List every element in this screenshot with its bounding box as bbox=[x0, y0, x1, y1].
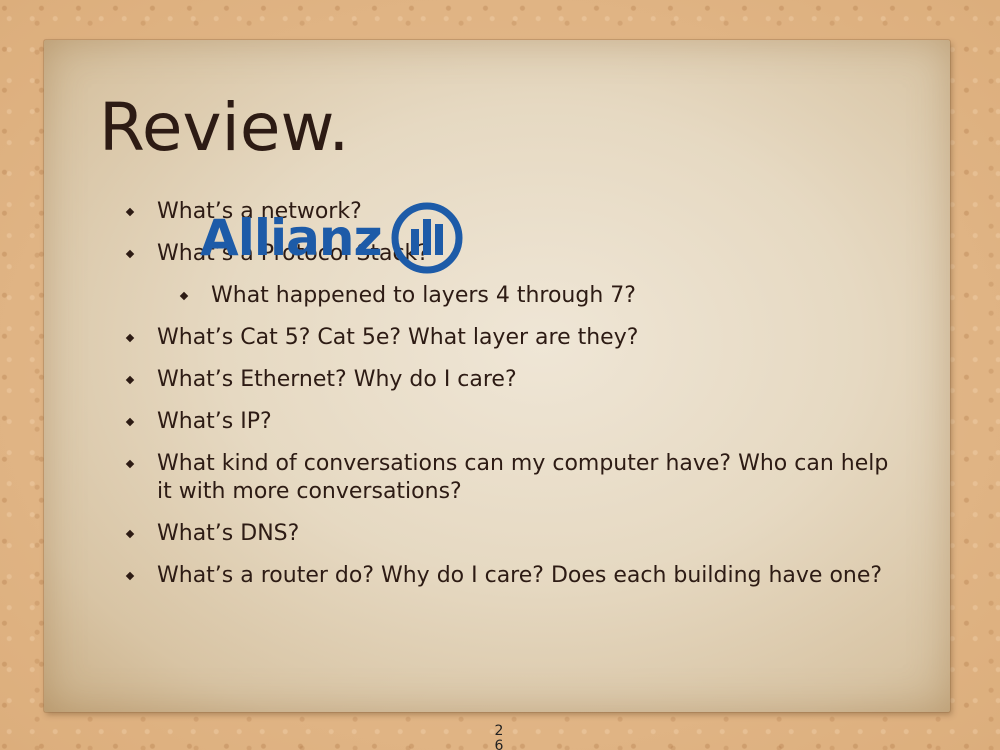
allianz-logo: Allianz bbox=[200, 198, 464, 278]
bullet-icon bbox=[125, 249, 135, 259]
bullet-item: What’s a router do? Why do I care? Does … bbox=[122, 562, 902, 590]
bullet-icon bbox=[125, 375, 135, 385]
bullet-item: What’s Cat 5? Cat 5e? What layer are the… bbox=[122, 324, 902, 352]
allianz-eagle-bars-icon bbox=[391, 202, 463, 274]
bullet-item: What’s Ethernet? Why do I care? bbox=[122, 366, 902, 394]
bullet-text: What’s a router do? Why do I care? Does … bbox=[157, 563, 883, 588]
bullet-item: What’s IP? bbox=[122, 408, 902, 436]
logo-text: Allianz bbox=[200, 209, 383, 267]
bullet-icon bbox=[125, 417, 135, 427]
bullet-text: What’s DNS? bbox=[157, 521, 300, 546]
bullet-icon bbox=[125, 529, 135, 539]
bullet-text: What’s Ethernet? Why do I care? bbox=[157, 367, 517, 392]
bullet-icon bbox=[125, 459, 135, 469]
bullet-text: What happened to layers 4 through 7? bbox=[211, 283, 636, 308]
bullet-text: What’s IP? bbox=[157, 409, 272, 434]
slide-title: Review. bbox=[99, 89, 350, 166]
bullet-icon bbox=[125, 207, 135, 217]
bullet-icon bbox=[179, 291, 189, 301]
bullet-icon bbox=[125, 333, 135, 343]
bullet-item: What’s DNS? bbox=[122, 520, 902, 548]
bullet-text: What kind of conversations can my comput… bbox=[157, 451, 889, 504]
sub-bullet-item: What happened to layers 4 through 7? bbox=[122, 282, 902, 310]
page-number: 26 bbox=[494, 723, 504, 750]
bullet-item: What kind of conversations can my comput… bbox=[122, 450, 902, 506]
bullet-icon bbox=[125, 571, 135, 581]
bullet-text: What’s Cat 5? Cat 5e? What layer are the… bbox=[157, 325, 639, 350]
